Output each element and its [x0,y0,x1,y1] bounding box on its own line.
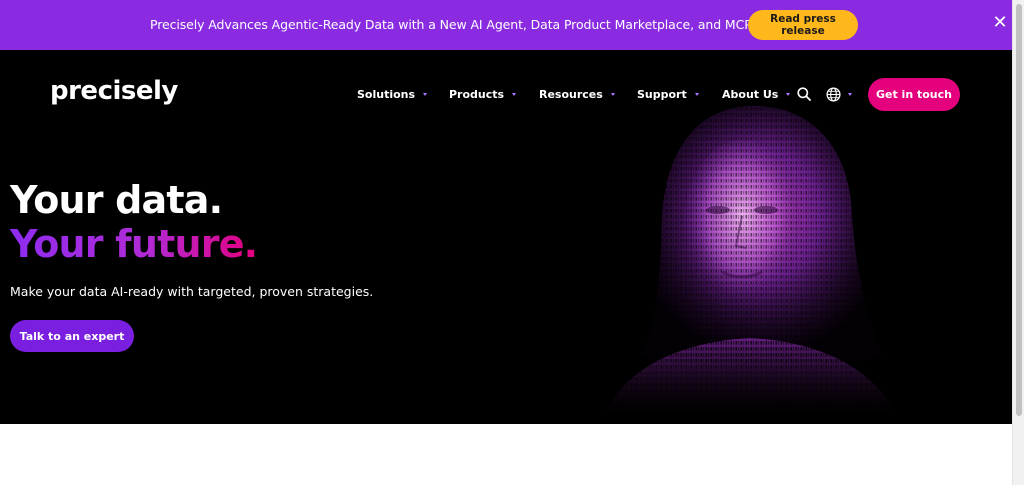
nav-item-label: Resources [539,88,603,101]
hero-headline-primary: Your data. [10,178,223,222]
talk-to-expert-button[interactable]: Talk to an expert [10,320,134,352]
nav-item-label: About Us [722,88,779,101]
binary-portrait-image [600,106,900,424]
chevron-down-icon [694,93,699,96]
page-content-area [0,424,1012,485]
chevron-down-icon [786,93,791,96]
announcement-text: Precisely Advances Agentic-Ready Data wi… [150,17,836,32]
nav-item-label: Solutions [357,88,416,101]
nav-item-resources[interactable]: Resources [539,88,615,101]
nav-item-products[interactable]: Products [449,88,517,101]
chevron-down-icon [512,93,517,96]
nav-item-label: Products [449,88,505,101]
vertical-scrollbar[interactable] [1012,0,1024,485]
close-icon[interactable]: ✕ [992,13,1008,33]
get-in-touch-button[interactable]: Get in touch [868,78,960,111]
chevron-down-icon[interactable] [848,93,852,96]
search-icon[interactable] [797,87,811,101]
nav-item-support[interactable]: Support [637,88,699,101]
nav-item-solutions[interactable]: Solutions [357,88,428,101]
announcement-bar: Precisely Advances Agentic-Ready Data wi… [0,0,1012,50]
scrollbar-thumb[interactable] [1016,4,1022,416]
nav-item-about-us[interactable]: About Us [722,88,791,101]
hero-section: precisely Solutions Products Resources S… [0,50,1012,424]
chevron-down-icon [610,93,615,96]
hero-headline-secondary: Your future. [10,222,258,266]
read-press-release-button[interactable]: Read press release [748,10,858,40]
chevron-down-icon [423,93,428,96]
nav-item-label: Support [637,88,687,101]
hero-subtext: Make your data AI-ready with targeted, p… [10,284,374,299]
logo[interactable]: precisely [50,76,178,106]
globe-icon[interactable] [826,87,841,102]
